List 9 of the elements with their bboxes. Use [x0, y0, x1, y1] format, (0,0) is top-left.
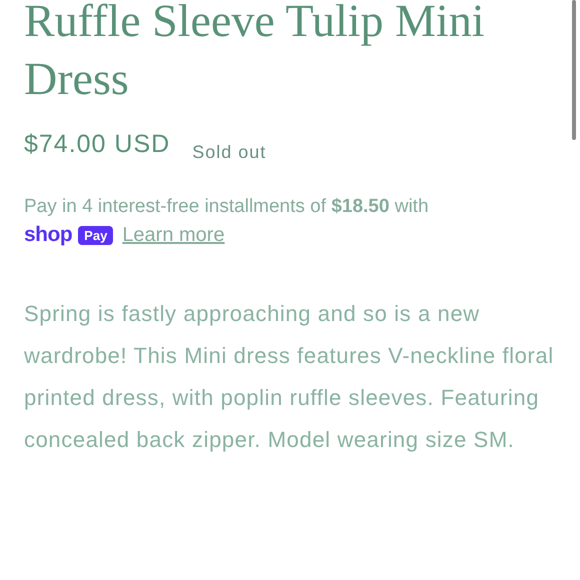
installments-text: Pay in 4 interest-free installments of $18.50 with: [24, 195, 430, 219]
product-title: Ruffle Sleeve Tulip Mini Dress: [24, 0, 486, 106]
product-description: Spring is fastly approaching and so is a new wardrobe! This Mini dress features V-neckline floral printed dress, with poplin ruffle sleeves. Featuring concealed back zipper. Model wearing size SM.: [24, 300, 555, 454]
pay-logo-badge: Pay: [78, 226, 114, 244]
scrollbar[interactable]: [572, 0, 576, 140]
shop-logo-text: shop: [24, 223, 72, 247]
sold-out-label: Sold out: [192, 142, 266, 163]
price: $74.00 USD: [24, 130, 170, 159]
learn-more-link[interactable]: Learn more: [122, 224, 225, 246]
